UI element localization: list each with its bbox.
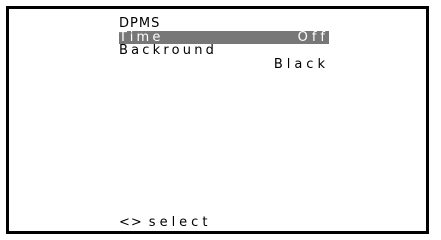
menu-item-label: Backround	[119, 43, 218, 58]
menu-title: DPMS	[119, 16, 161, 31]
screen-frame: DPMS Time Off Backround Black <> select	[6, 6, 429, 234]
menu-item-value: Off	[297, 30, 329, 45]
menu-item-value: Black	[273, 57, 329, 72]
menu-item-background[interactable]: Backround Black	[119, 44, 329, 74]
select-hint-label: select	[148, 215, 212, 230]
left-right-arrows-icon: <>	[119, 215, 143, 230]
select-hint: <> select	[119, 216, 211, 230]
